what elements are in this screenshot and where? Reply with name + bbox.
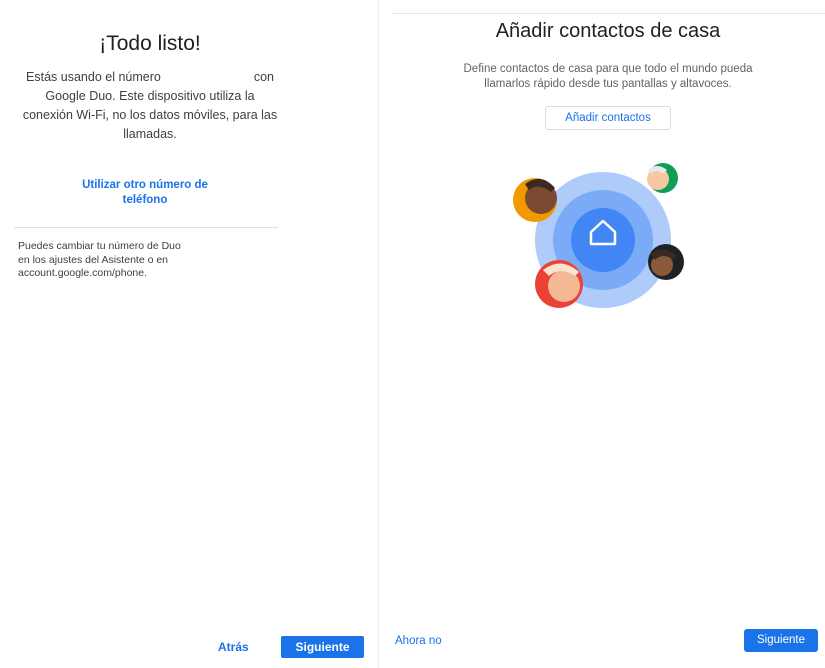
info-line-2: Google Duo. Este dispositivo utiliza la <box>45 89 255 103</box>
use-other-number-link[interactable]: Utilizar otro número de teléfono <box>45 178 245 208</box>
description-line-2: llamarlos rápido desde tus pantallas y a… <box>484 78 732 90</box>
use-other-number-line-2: teléfono <box>122 194 168 206</box>
note-line-3: account.google.com/phone. <box>18 267 148 279</box>
back-button[interactable]: Atrás <box>218 640 249 654</box>
inner-ring <box>571 208 635 272</box>
contact-avatar-1 <box>513 178 557 222</box>
next-button[interactable]: Siguiente <box>281 636 364 658</box>
change-number-note: Puedes cambiar tu número de Duo en los a… <box>18 240 278 281</box>
info-line-1-start: Estás usando el número <box>26 70 161 84</box>
not-now-button[interactable]: Ahora no <box>395 635 442 647</box>
page-title: ¡Todo listo! <box>99 32 201 55</box>
contact-avatar-4 <box>535 260 583 308</box>
next-button[interactable]: Siguiente <box>744 629 818 652</box>
top-divider <box>391 13 825 14</box>
phone-number-info: Estás usando el número con Google Duo. E… <box>0 68 300 144</box>
use-other-number-line-1: Utilizar otro número de <box>82 179 208 191</box>
divider <box>14 227 278 228</box>
note-line-1: Puedes cambiar tu número de Duo <box>18 240 181 252</box>
right-screen: Añadir contactos de casa Define contacto… <box>379 0 825 668</box>
left-screen: ¡Todo listo! Estás usando el número con … <box>0 0 378 668</box>
description-line-1: Define contactos de casa para que todo e… <box>463 63 753 75</box>
info-line-3: conexión Wi-Fi, no los datos móviles, pa… <box>22 108 278 122</box>
contact-avatar-2 <box>647 163 678 193</box>
info-line-1-end: con <box>253 70 274 84</box>
home-contacts-illustration <box>513 163 684 308</box>
page-title: Añadir contactos de casa <box>495 20 721 42</box>
home-contacts-description: Define contactos de casa para que todo e… <box>379 62 825 92</box>
add-contacts-button[interactable]: Añadir contactos <box>545 106 671 130</box>
contact-avatar-3 <box>648 244 684 280</box>
info-line-4: llamadas. <box>123 127 177 141</box>
note-line-2: en los ajustes del Asistente o en <box>18 253 169 266</box>
info-line-1: Estás usando el número con <box>0 68 300 87</box>
